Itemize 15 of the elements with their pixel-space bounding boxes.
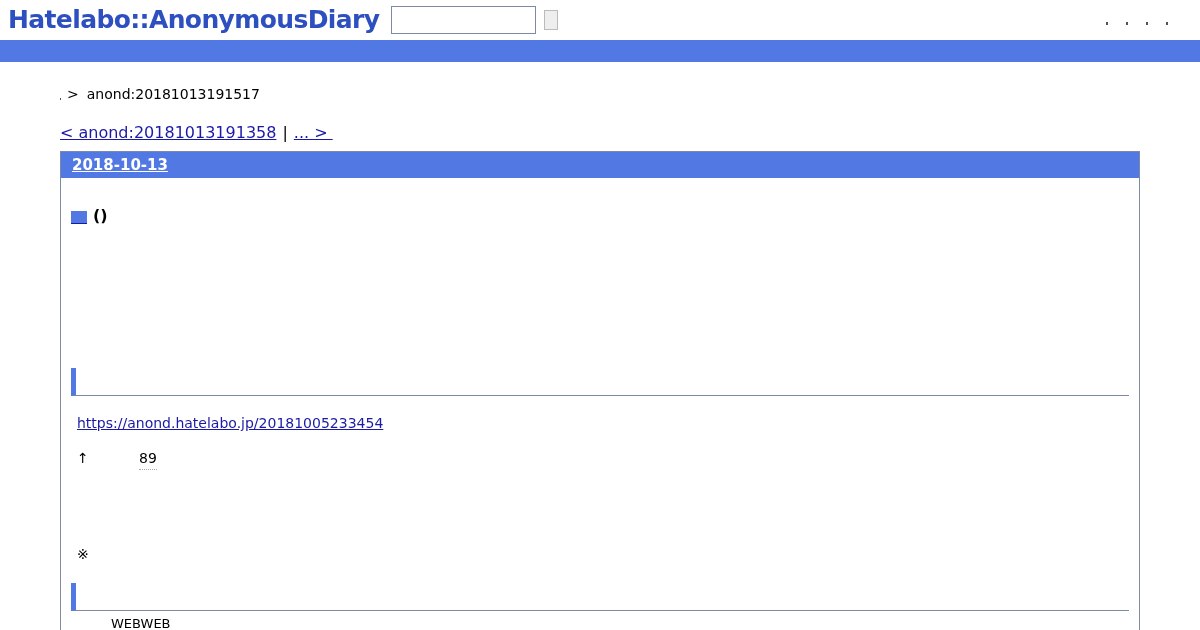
site-logo[interactable]: Hatelabo::AnonymousDiary — [8, 1, 380, 39]
breadcrumb-separator: > — [67, 85, 79, 104]
date-link[interactable]: 2018-10-13 — [72, 153, 168, 177]
note-mark: ※ — [77, 545, 90, 564]
arrow-text: ↑ — [77, 449, 90, 468]
entry-title: () — [93, 205, 108, 227]
search-field[interactable] — [391, 6, 537, 34]
pager-divider: | — [282, 122, 288, 144]
tail-text: WEBWEB — [111, 617, 172, 630]
prev-link[interactable]: < anond:20181013191358 — [60, 121, 277, 145]
entry-square-icon[interactable] — [71, 210, 87, 224]
next-link[interactable]: ... > — [293, 121, 333, 145]
entry-link[interactable]: https://anond.hatelabo.jp/20181005233454 — [77, 413, 1123, 434]
breadcrumb-current: anond:20181013191517 — [86, 85, 260, 104]
count-text: 89 — [139, 448, 157, 470]
